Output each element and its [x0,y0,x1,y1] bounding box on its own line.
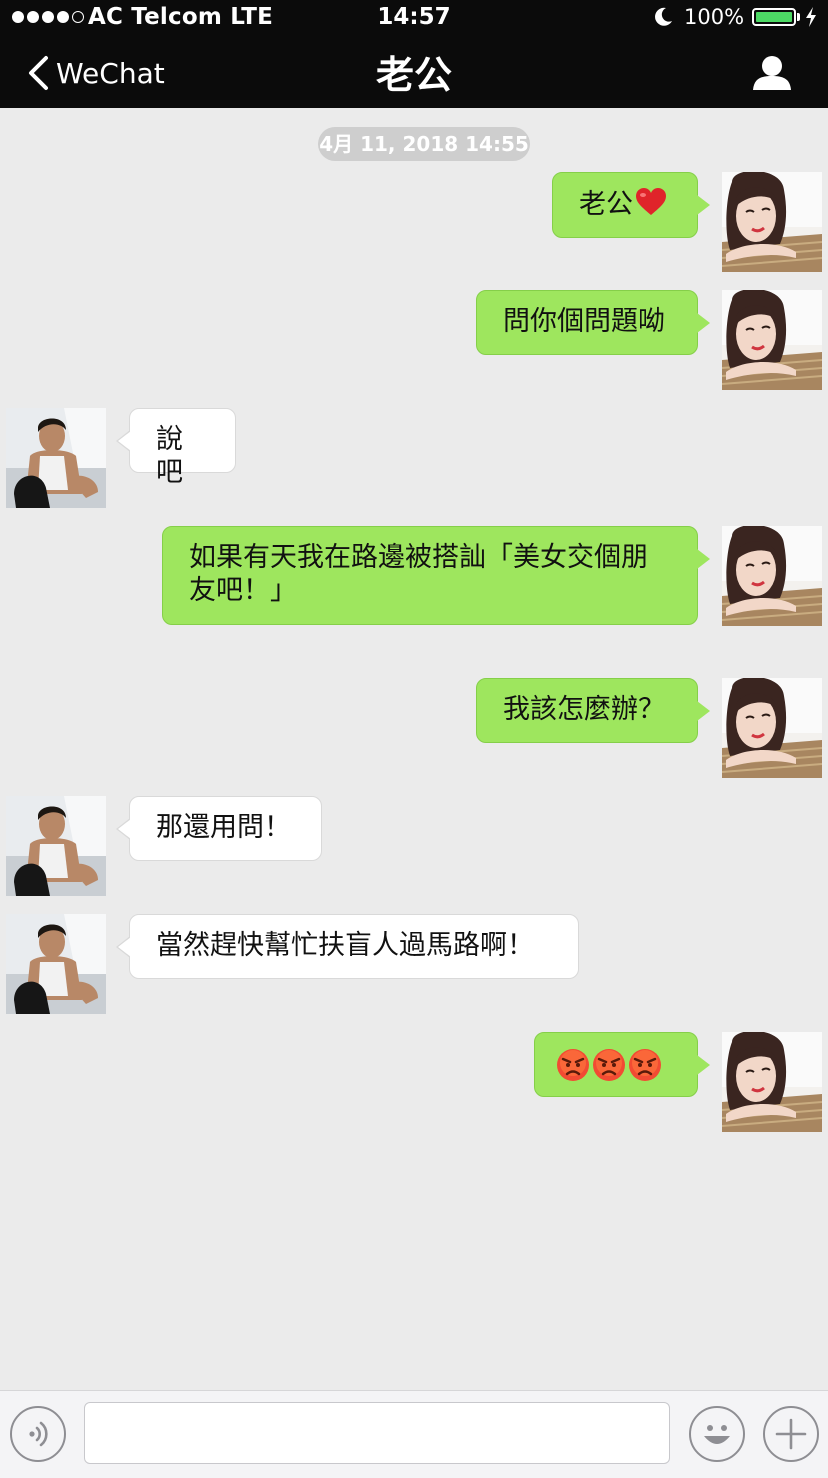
my-avatar[interactable] [722,678,822,778]
battery-icon [752,8,796,26]
message-bubble-mine[interactable]: 老公 [552,172,710,238]
message-text: 說吧 [156,424,183,488]
person-icon [753,56,791,90]
message-text: 問你個問題呦 [503,306,665,337]
my-avatar[interactable] [722,1032,822,1132]
more-button[interactable] [763,1406,819,1462]
my-avatar[interactable] [722,290,822,390]
message-bubble-theirs[interactable]: 說吧 [116,408,236,488]
message-text: 我該怎麼辦？ [503,694,665,725]
status-bar: AC Telcom LTE 14:57 100% [0,0,828,36]
message-text: 如果有天我在路邊被搭訕「美女交個朋友吧！」 [189,542,648,606]
input-bar [0,1390,828,1478]
smiley-icon [704,1425,730,1444]
plus-icon [775,1418,807,1450]
message-input[interactable] [84,1402,670,1464]
message-bubble-mine[interactable]: 如果有天我在路邊被搭訕「美女交個朋友吧！」 [162,526,710,625]
angry-face-icon [628,1048,662,1082]
chevron-left-icon [29,56,48,90]
battery-percent: 100% [684,5,745,29]
heart-emoji-icon [636,188,666,215]
battery-nub [797,13,800,21]
contact-avatar[interactable] [6,796,106,896]
contact-avatar[interactable] [6,408,106,508]
do-not-disturb-icon [655,7,672,26]
chat-info-button[interactable] [750,54,794,92]
top-bar: AC Telcom LTE 14:57 100% WeChat 老公 [0,0,828,108]
message-bubble-theirs[interactable]: 那還用問！ [116,796,322,861]
voice-button[interactable] [10,1406,66,1462]
chat-timestamp: 4月 11, 2018 14:55 [318,127,530,161]
message-text: 那還用問！ [156,812,291,843]
battery-level [756,12,792,22]
message-bubble-mine[interactable]: 問你個問題呦 [476,290,710,355]
emoji-button[interactable] [689,1406,745,1462]
message-bubble-theirs[interactable]: 當然趕快幫忙扶盲人過馬路啊！ [116,914,579,979]
message-text: 老公 [579,189,633,220]
message-text: 當然趕快幫忙扶盲人過馬路啊！ [156,930,534,961]
angry-face-icon [592,1048,626,1082]
charging-icon [806,7,816,27]
voice-icon [29,1421,48,1447]
back-label: WeChat [56,56,165,90]
angry-face-icon [556,1048,590,1082]
back-button[interactable]: WeChat [26,54,165,92]
message-bubble-mine[interactable]: 我該怎麼辦？ [476,678,710,743]
my-avatar[interactable] [722,172,822,272]
contact-avatar[interactable] [6,914,106,1014]
message-bubble-mine[interactable] [534,1032,710,1097]
my-avatar[interactable] [722,526,822,626]
